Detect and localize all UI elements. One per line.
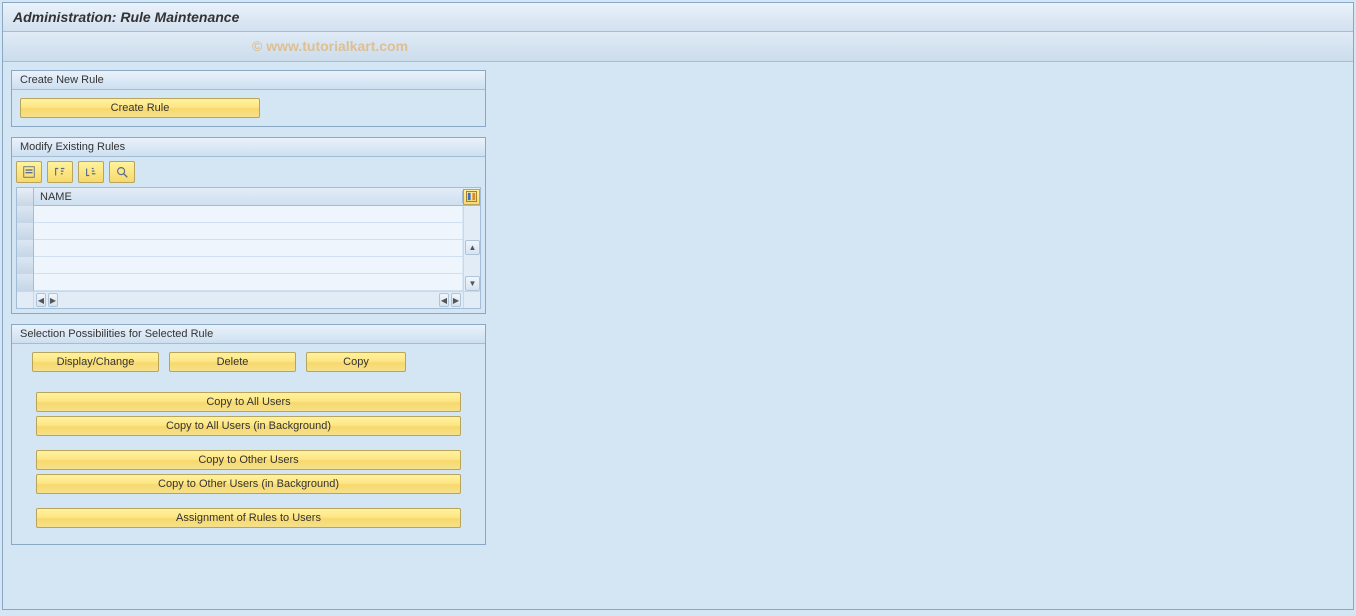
row-selector[interactable] (17, 274, 34, 291)
scroll-left-end-icon[interactable]: ◀ (439, 293, 449, 307)
details-icon (22, 165, 36, 179)
modify-panel-header: Modify Existing Rules (12, 138, 485, 157)
assignment-rules-button[interactable]: Assignment of Rules to Users (36, 508, 461, 528)
sort-desc-icon-button[interactable] (78, 161, 104, 183)
delete-button[interactable]: Delete (169, 352, 296, 372)
selection-panel-header: Selection Possibilities for Selected Rul… (12, 325, 485, 344)
create-panel-header: Create New Rule (12, 71, 485, 90)
scroll-down-icon[interactable]: ▼ (465, 276, 480, 291)
find-icon (115, 165, 129, 179)
table-row[interactable] (17, 274, 463, 291)
copy-all-users-button[interactable]: Copy to All Users (36, 392, 461, 412)
details-icon-button[interactable] (16, 161, 42, 183)
cell-name[interactable] (34, 206, 463, 222)
copy-button[interactable]: Copy (306, 352, 406, 372)
grid-toolbar (12, 157, 485, 183)
scroll-left-icon[interactable]: ◀ (36, 293, 46, 307)
table-row[interactable] (17, 240, 463, 257)
table-settings-icon (466, 191, 477, 202)
scroll-right-end-icon[interactable]: ▶ (451, 293, 461, 307)
column-header-name[interactable]: NAME (34, 191, 463, 203)
sort-asc-icon-button[interactable] (47, 161, 73, 183)
sort-asc-icon (53, 165, 67, 179)
find-icon-button[interactable] (109, 161, 135, 183)
row-selector[interactable] (17, 257, 34, 274)
row-selector[interactable] (17, 206, 34, 223)
content-area: Create New Rule Create Rule Modify Exist… (3, 62, 1353, 563)
sort-desc-icon (84, 165, 98, 179)
table-row[interactable] (17, 206, 463, 223)
copy-other-users-button[interactable]: Copy to Other Users (36, 450, 461, 470)
copy-all-users-bg-button[interactable]: Copy to All Users (in Background) (36, 416, 461, 436)
table-row[interactable] (17, 223, 463, 240)
app-toolbar: © www.tutorialkart.com (3, 32, 1353, 62)
watermark-text: © www.tutorialkart.com (252, 38, 408, 54)
cell-name[interactable] (34, 223, 463, 239)
app-frame: Administration: Rule Maintenance © www.t… (2, 2, 1354, 610)
grid-header: NAME (17, 188, 480, 206)
horizontal-scrollbar[interactable]: ◀ ▶ ◀ ▶ (17, 291, 480, 308)
cell-name[interactable] (34, 274, 463, 290)
select-all-header[interactable] (17, 188, 34, 206)
modify-rules-panel: Modify Existing Rules NAME (11, 137, 486, 314)
display-change-button[interactable]: Display/Change (32, 352, 159, 372)
table-settings-button[interactable] (463, 189, 480, 205)
cell-name[interactable] (34, 240, 463, 256)
row-selector[interactable] (17, 240, 34, 257)
page-title: Administration: Rule Maintenance (3, 3, 1353, 32)
row-selector[interactable] (17, 223, 34, 240)
create-new-rule-panel: Create New Rule Create Rule (11, 70, 486, 127)
scroll-right-icon[interactable]: ▶ (48, 293, 58, 307)
table-row[interactable] (17, 257, 463, 274)
scroll-up-icon[interactable]: ▲ (465, 240, 480, 255)
vertical-scrollbar[interactable]: ▲ ▼ (463, 206, 480, 291)
create-rule-button[interactable]: Create Rule (20, 98, 260, 118)
selection-possibilities-panel: Selection Possibilities for Selected Rul… (11, 324, 486, 545)
rules-grid: NAME ▲ ▼ (16, 187, 481, 309)
grid-body (17, 206, 463, 291)
cell-name[interactable] (34, 257, 463, 273)
copy-other-users-bg-button[interactable]: Copy to Other Users (in Background) (36, 474, 461, 494)
